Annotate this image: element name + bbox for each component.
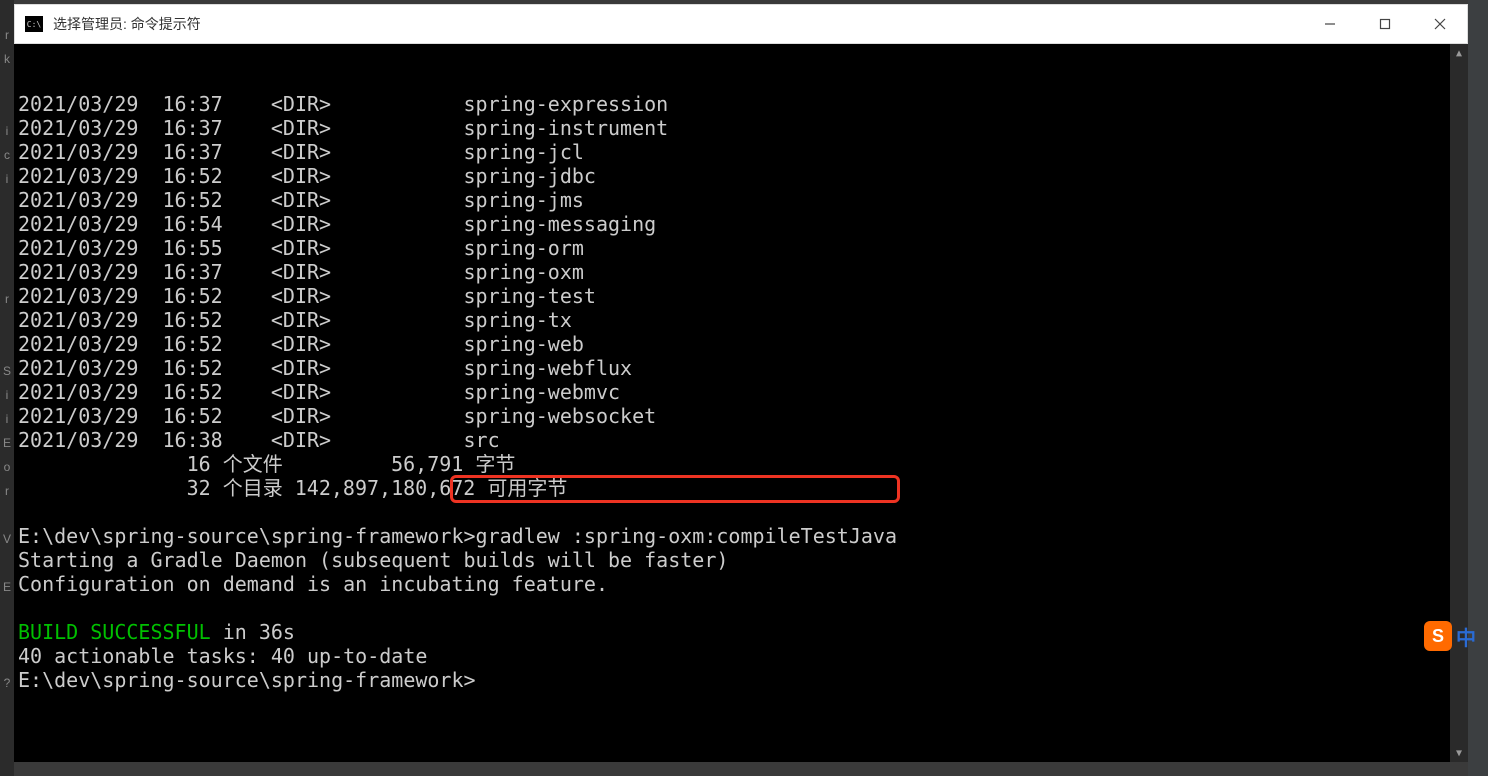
ime-lang-icon: 中 xyxy=(1456,622,1476,651)
window-title: 选择管理员: 命令提示符 xyxy=(53,14,201,34)
terminal[interactable]: 2021/03/29 16:37 <DIR> spring-expression… xyxy=(14,44,1468,762)
scroll-down-icon[interactable]: ▼ xyxy=(1450,744,1468,762)
close-button[interactable] xyxy=(1412,5,1467,43)
ime-indicator[interactable]: S 中 xyxy=(1424,618,1476,654)
left-gutter: rk ici r SiiEor V E ? xyxy=(0,0,14,776)
maximize-button[interactable] xyxy=(1357,5,1412,43)
sogou-icon: S xyxy=(1424,621,1452,651)
right-gutter xyxy=(1468,0,1488,776)
minimize-button[interactable] xyxy=(1302,5,1357,43)
scroll-up-icon[interactable]: ▲ xyxy=(1450,44,1468,62)
window-titlebar: C:\ 选择管理员: 命令提示符 xyxy=(14,4,1468,44)
cmd-icon: C:\ xyxy=(25,16,43,32)
terminal-scrollbar[interactable]: ▲ ▼ xyxy=(1450,44,1468,762)
command-highlight-box xyxy=(450,475,900,503)
terminal-output: 2021/03/29 16:37 <DIR> spring-expression… xyxy=(14,92,1468,692)
